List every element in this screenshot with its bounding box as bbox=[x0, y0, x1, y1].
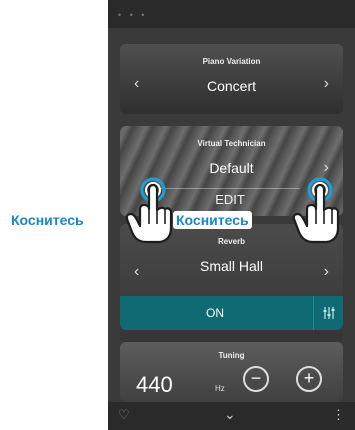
bottom-bar: ♡ ⌄ ⋮ bbox=[108, 402, 355, 430]
piano-variation-next-button[interactable]: › bbox=[324, 75, 329, 93]
tuning-plus-button[interactable]: + bbox=[296, 366, 322, 392]
piano-variation-panel[interactable]: Piano Variation Concert ‹ › bbox=[120, 44, 343, 114]
reverb-prev-button[interactable]: ‹ bbox=[134, 263, 139, 281]
reverb-on-toggle[interactable]: ON bbox=[120, 296, 310, 330]
reverb-next-button[interactable]: › bbox=[324, 263, 329, 281]
menu-dots-icon[interactable]: ⋮ bbox=[332, 407, 345, 423]
chevron-down-icon[interactable]: ⌄ bbox=[224, 406, 236, 423]
touch-hint-right-label: Коснитесь bbox=[173, 211, 252, 229]
reverb-on-bar: ON bbox=[120, 296, 343, 330]
touch-hint-left-label: Коснитесь bbox=[8, 211, 87, 229]
piano-variation-prev-button[interactable]: ‹ bbox=[134, 75, 139, 93]
edit-button[interactable]: EDIT bbox=[160, 188, 300, 210]
heart-icon[interactable]: ♡ bbox=[118, 407, 130, 423]
equalizer-icon bbox=[323, 307, 335, 319]
status-bar: • • • bbox=[108, 0, 355, 28]
piano-variation-title: Piano Variation bbox=[202, 57, 261, 66]
virtual-technician-value: Default bbox=[209, 160, 254, 176]
status-icons: • • • bbox=[118, 10, 148, 20]
tuning-value: 440 bbox=[136, 372, 173, 397]
tuning-panel: Tuning 440 Hz − + bbox=[120, 342, 343, 402]
virtual-technician-title: Virtual Technician bbox=[197, 139, 266, 148]
tuning-unit: Hz bbox=[215, 384, 225, 393]
reverb-settings-button[interactable] bbox=[313, 296, 343, 330]
tuning-minus-button[interactable]: − bbox=[243, 366, 269, 392]
touch-hand-icon bbox=[125, 177, 173, 244]
tuning-title: Tuning bbox=[218, 351, 245, 360]
piano-variation-value: Concert bbox=[206, 78, 257, 94]
reverb-value: Small Hall bbox=[199, 258, 263, 274]
virtual-technician-next-button[interactable]: › bbox=[324, 159, 329, 177]
touch-hand-icon bbox=[292, 177, 340, 244]
